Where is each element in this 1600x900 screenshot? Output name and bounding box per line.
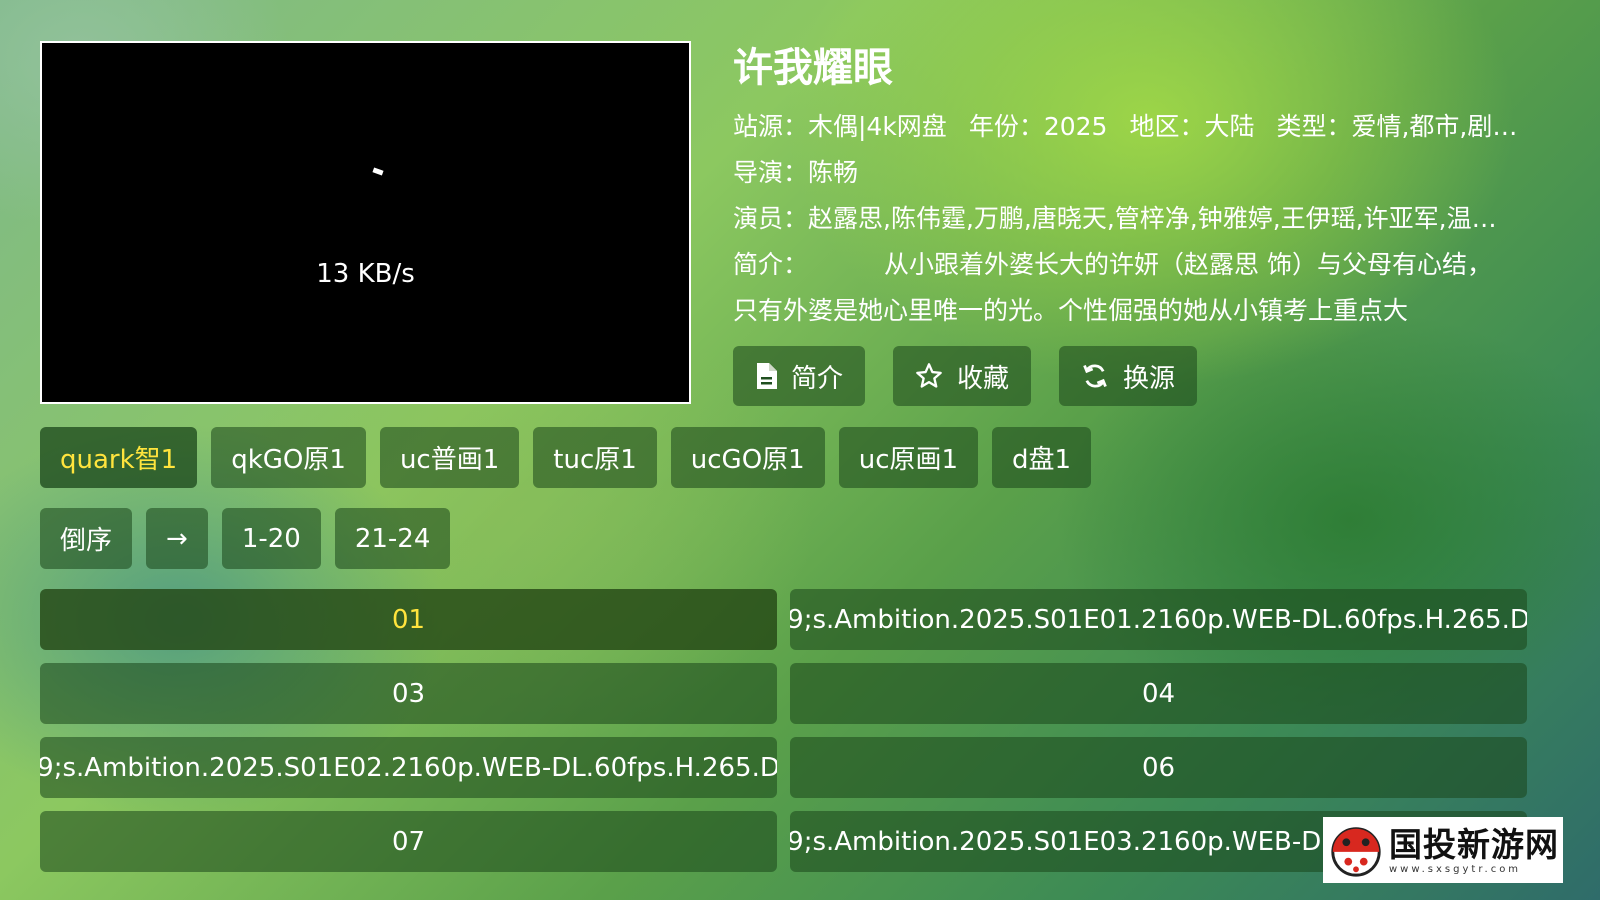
- episode-grid: 01 39;s.Ambition.2025.S01E01.2160p.WEB-D…: [40, 589, 1527, 872]
- ladybug-logo-icon: [1331, 827, 1381, 877]
- episode-item[interactable]: 39;s.Ambition.2025.S01E02.2160p.WEB-DL.6…: [40, 737, 777, 798]
- region: 地区：大陆: [1129, 112, 1255, 141]
- episode-item[interactable]: 01: [40, 589, 777, 650]
- site-watermark: 国投新游网 www.sxsgytr.com: [1323, 817, 1563, 883]
- action-bar: 简介 收藏 换源: [733, 346, 1198, 406]
- switch-source-button-label: 换源: [1123, 363, 1176, 394]
- genre: 类型：爱情,都市,剧…: [1276, 112, 1518, 141]
- synopsis-text: 从小跟着外婆长大的许妍（赵露思 饰）与父母有心结，只有外婆是她心里唯一的光。个性…: [733, 250, 1492, 325]
- episode-item[interactable]: 06: [790, 737, 1527, 798]
- meta-line: 站源：木偶|4k网盘 年份：2025 地区：大陆 类型：爱情,都市,剧…: [733, 104, 1523, 150]
- site-source: 站源：木偶|4k网盘: [733, 112, 947, 141]
- episode-item[interactable]: 39;s.Ambition.2025.S01E01.2160p.WEB-DL.6…: [790, 589, 1527, 650]
- episode-item[interactable]: 07: [40, 811, 777, 872]
- range-tab-1-20[interactable]: 1-20: [221, 508, 321, 569]
- loading-indicator: [372, 167, 384, 176]
- synopsis: 简介： 从小跟着外婆长大的许妍（赵露思 饰）与父母有心结，只有外婆是她心里唯一的光…: [733, 242, 1513, 334]
- watermark-text: 国投新游网 www.sxsgytr.com: [1389, 824, 1559, 875]
- source-tab[interactable]: uc普画1: [379, 427, 520, 488]
- document-icon: [757, 363, 777, 389]
- source-tab[interactable]: quark智1: [40, 427, 198, 488]
- intro-button[interactable]: 简介: [733, 346, 866, 406]
- download-speed: 13 KB/s: [316, 259, 415, 289]
- source-tab[interactable]: uc原画1: [838, 427, 979, 488]
- page-title: 许我耀眼: [733, 45, 893, 91]
- watermark-name: 国投新游网: [1389, 824, 1559, 864]
- director: 导演：陈畅: [733, 158, 859, 187]
- source-tab[interactable]: d盘1: [992, 427, 1092, 488]
- arrow-right-icon[interactable]: →: [146, 508, 208, 569]
- episode-controls: 倒序 → 1-20 21-24: [40, 508, 451, 569]
- synopsis-label: 简介：: [733, 250, 809, 279]
- source-tab[interactable]: qkGO原1: [211, 427, 366, 488]
- watermark-url: www.sxsgytr.com: [1389, 863, 1522, 875]
- intro-button-label: 简介: [791, 363, 844, 394]
- star-icon: [916, 363, 942, 388]
- episode-item[interactable]: 04: [790, 663, 1527, 724]
- episode-item[interactable]: 03: [40, 663, 777, 724]
- favorite-button-label: 收藏: [957, 363, 1010, 394]
- source-tab[interactable]: tuc原1: [533, 427, 657, 488]
- source-tab[interactable]: ucGO原1: [670, 427, 825, 488]
- year: 年份：2025: [968, 112, 1108, 141]
- source-tabs: quark智1 qkGO原1 uc普画1 tuc原1 ucGO原1 uc原画1 …: [40, 427, 1092, 488]
- favorite-button[interactable]: 收藏: [893, 346, 1032, 406]
- cast: 演员：赵露思,陈伟霆,万鹏,唐晓天,管梓净,钟雅婷,王伊瑶,许亚军,温…: [733, 204, 1497, 233]
- range-tab-21-24[interactable]: 21-24: [334, 508, 451, 569]
- detail-info: 许我耀眼 站源：木偶|4k网盘 年份：2025 地区：大陆 类型：爱情,都市,剧… 导…: [733, 40, 1533, 334]
- refresh-icon: [1083, 364, 1107, 388]
- switch-source-button[interactable]: 换源: [1059, 346, 1198, 406]
- reverse-order-button[interactable]: 倒序: [40, 508, 133, 569]
- video-player[interactable]: 13 KB/s: [40, 41, 691, 404]
